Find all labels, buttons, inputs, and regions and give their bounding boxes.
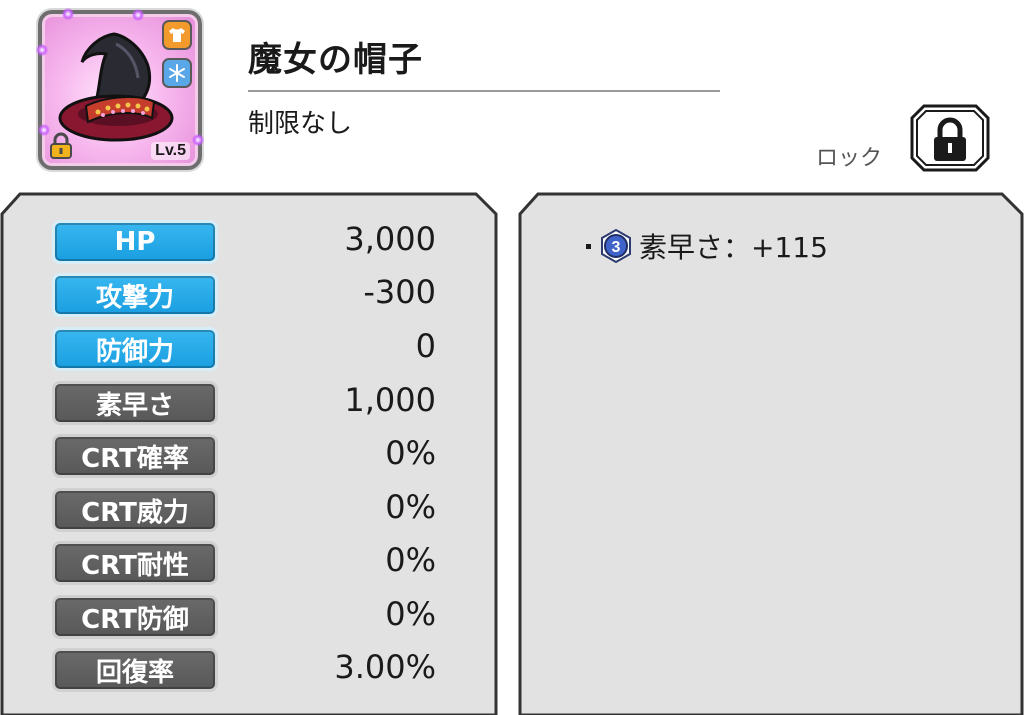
stat-value: 0% bbox=[385, 595, 436, 633]
stat-row-recovery: 回復率 3.00% bbox=[52, 648, 472, 692]
stat-value: 0% bbox=[385, 541, 436, 579]
stat-row-crt-power: CRT威力 0% bbox=[52, 488, 472, 532]
stat-row-crt-defense: CRT防御 0% bbox=[52, 595, 472, 639]
stat-row-crt-resist: CRT耐性 0% bbox=[52, 541, 472, 585]
stat-value: 0% bbox=[385, 488, 436, 526]
stat-label: CRT耐性 bbox=[52, 541, 218, 585]
snowflake-icon bbox=[162, 58, 192, 88]
sparkle-icon bbox=[132, 9, 144, 21]
stat-label: 攻撃力 bbox=[52, 273, 218, 317]
stat-row-hp: HP 3,000 bbox=[52, 220, 472, 264]
bullet bbox=[586, 243, 591, 249]
level-3-badge-icon: 3 bbox=[601, 229, 631, 263]
sparkle-icon bbox=[192, 134, 204, 146]
witch-hat-icon bbox=[58, 32, 174, 142]
lock-button[interactable] bbox=[910, 104, 990, 172]
shirt-icon bbox=[162, 20, 192, 50]
stat-label: 防御力 bbox=[52, 327, 218, 371]
stat-value: 3,000 bbox=[344, 220, 436, 258]
divider bbox=[248, 90, 720, 92]
stat-value: 1,000 bbox=[344, 381, 436, 419]
stat-label: CRT威力 bbox=[52, 488, 218, 532]
lock-label: ロック bbox=[816, 146, 883, 171]
restriction-text: 制限なし bbox=[248, 109, 353, 139]
item-name: 魔女の帽子 bbox=[248, 40, 423, 80]
sparkle-icon bbox=[36, 44, 48, 56]
stat-value: 0 bbox=[415, 327, 436, 365]
stat-row-attack: 攻撃力 -300 bbox=[52, 273, 472, 317]
effects-panel bbox=[518, 192, 1024, 715]
stat-label: CRT確率 bbox=[52, 434, 218, 478]
lock-icon bbox=[50, 132, 72, 159]
stat-label: CRT防御 bbox=[52, 595, 218, 639]
item-level-label: Lv.5 bbox=[151, 142, 190, 160]
stat-label: 回復率 bbox=[52, 648, 218, 692]
stat-label: 素早さ bbox=[52, 381, 218, 425]
stat-value: 0% bbox=[385, 434, 436, 472]
stat-row-defense: 防御力 0 bbox=[52, 327, 472, 371]
stat-value: 3.00% bbox=[334, 648, 436, 686]
item-icon[interactable]: Lv.5 bbox=[36, 8, 204, 170]
sparkle-icon bbox=[62, 8, 74, 20]
stat-row-speed: 素早さ 1,000 bbox=[52, 381, 472, 425]
stat-label: HP bbox=[52, 220, 218, 264]
svg-text:3: 3 bbox=[612, 239, 621, 256]
stat-value: -300 bbox=[363, 273, 436, 311]
effect-item: 3 素早さ：+115 bbox=[586, 226, 828, 266]
effect-text: 素早さ：+115 bbox=[639, 231, 828, 264]
stat-row-crt-rate: CRT確率 0% bbox=[52, 434, 472, 478]
